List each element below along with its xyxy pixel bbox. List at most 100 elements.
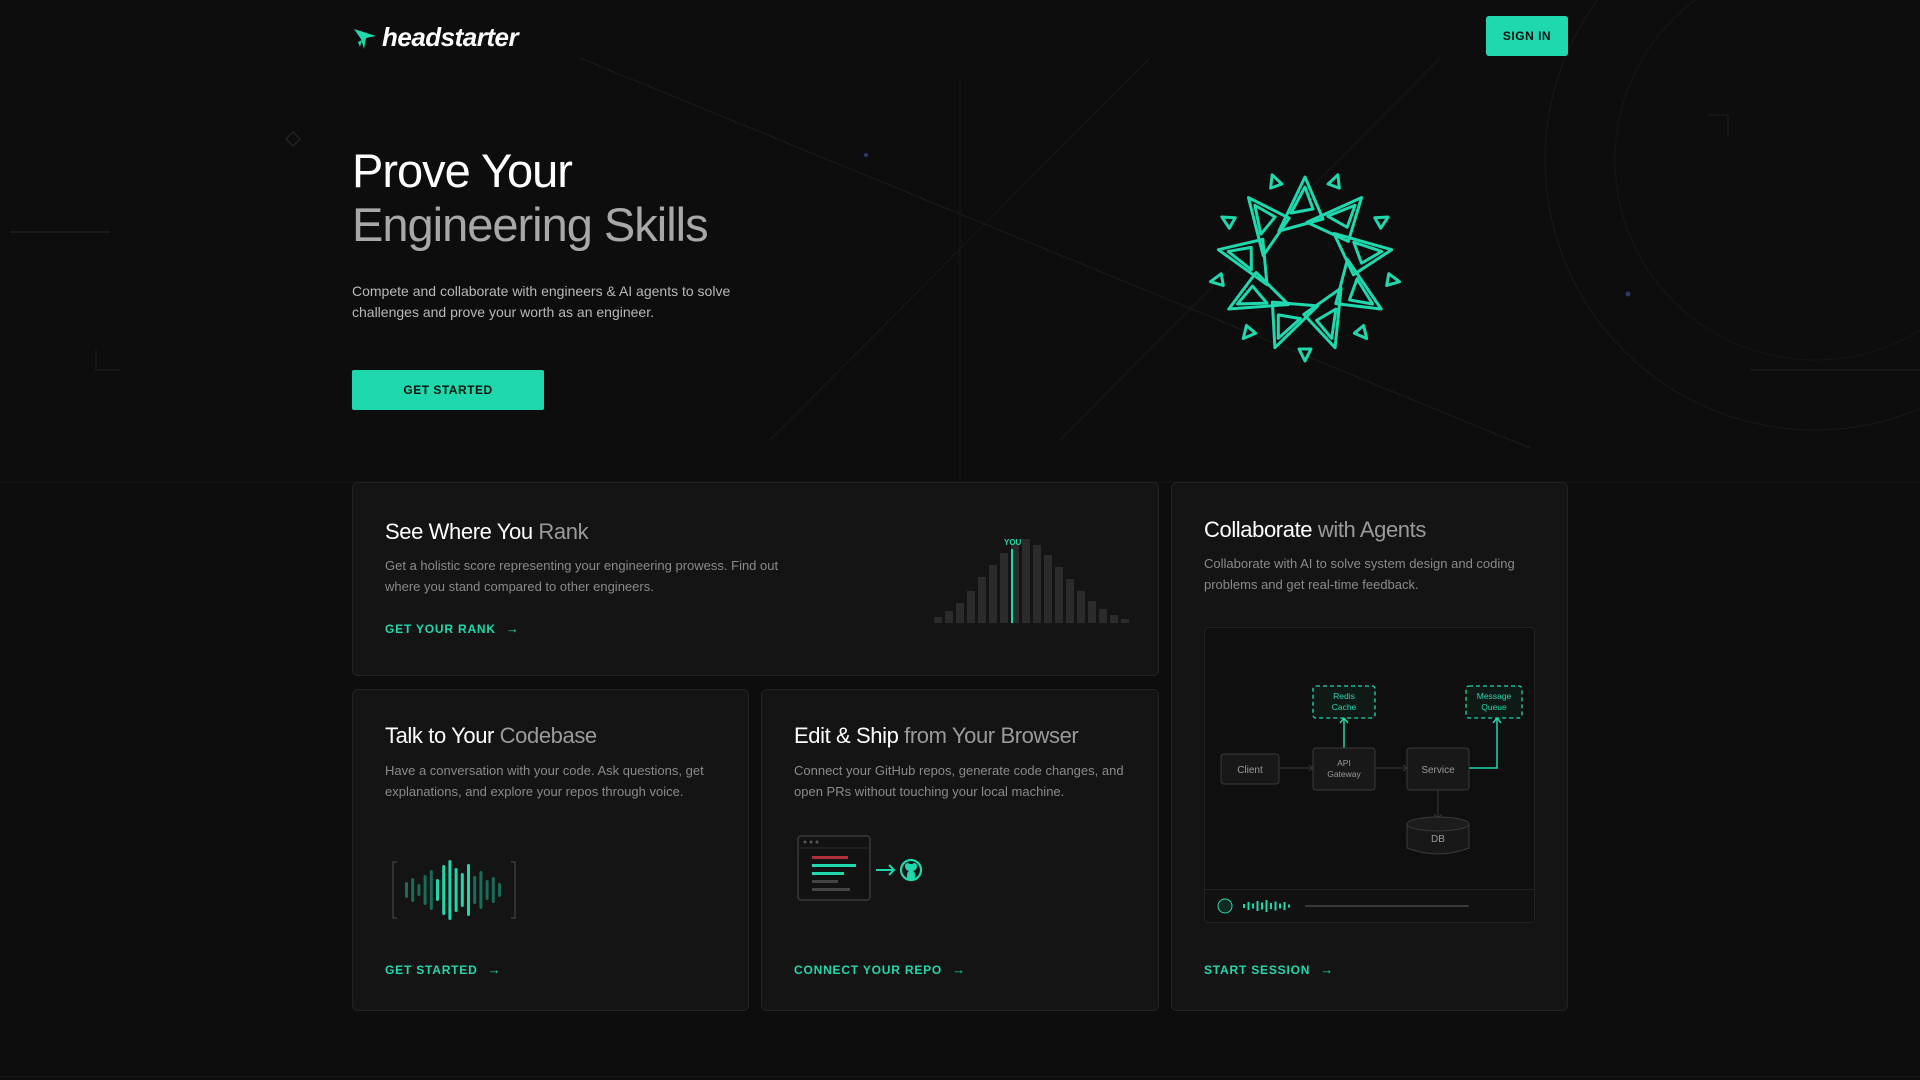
mini-wave-bar <box>1265 900 1268 912</box>
burst-tip <box>1241 323 1258 341</box>
rank-bar <box>1121 619 1129 623</box>
arrow-right-icon: → <box>952 962 966 977</box>
talk-title-accent: Codebase <box>499 723 598 748</box>
waveform-bar <box>485 880 489 900</box>
code-to-github-icon <box>797 835 923 901</box>
burst-triangle <box>1270 300 1320 350</box>
rank-bar <box>945 611 953 623</box>
burst-tip <box>1373 215 1390 230</box>
diagram-queue-label-2: Queue <box>1481 702 1507 712</box>
get-your-rank-link[interactable]: GET YOUR RANK → <box>385 621 520 636</box>
burst-triangle <box>1305 196 1364 243</box>
hero-title: Prove Your Engineering Skills <box>352 144 709 252</box>
waveform-bar <box>491 877 495 903</box>
hero-title-line2: Engineering Skills <box>352 198 709 251</box>
rank-title-main: See Where You <box>385 519 533 544</box>
burst-tip <box>1208 272 1225 287</box>
rank-distribution-chart: YOU <box>934 538 1129 623</box>
burst-tip <box>1297 347 1313 363</box>
burst-tip <box>1220 215 1237 230</box>
you-marker-line <box>1011 549 1013 623</box>
rank-bar <box>967 591 975 623</box>
rank-bar <box>934 617 942 623</box>
burst-tip <box>1269 173 1284 190</box>
talk-card-title: Talk to Your Codebase <box>385 723 597 749</box>
sign-in-button[interactable]: SIGN IN <box>1486 16 1568 56</box>
diagram-client-label: Client <box>1237 765 1263 776</box>
rank-bar <box>978 577 986 623</box>
rank-bar <box>956 603 964 623</box>
talk-card-description: Have a conversation with your code. Ask … <box>385 763 704 799</box>
waveform-bar <box>498 883 501 897</box>
burst-inner-triangle <box>1315 307 1338 340</box>
rank-bar <box>1044 555 1052 623</box>
collab-title-accent: with Agents <box>1317 517 1427 542</box>
mini-waveform-icon <box>1243 900 1290 912</box>
diagram-cache-label-1: Redis <box>1333 691 1355 701</box>
burst-inner-triangle <box>1235 284 1269 306</box>
github-icon <box>899 858 923 882</box>
hero-subtitle: Compete and collaborate with engineers &… <box>352 283 731 320</box>
diagram-gateway-label-2: Gateway <box>1327 769 1361 779</box>
diagram-cache-label-2: Cache <box>1332 702 1357 712</box>
talk-get-started-label: GET STARTED <box>385 962 478 977</box>
start-session-label: START SESSION <box>1204 962 1311 977</box>
diagram-gateway-label-1: API <box>1337 758 1351 768</box>
waveform-bar <box>411 878 415 902</box>
collaborate-agents-card: Collaborate with Agents Collaborate with… <box>1171 482 1568 1011</box>
you-marker-label: YOU <box>1004 538 1022 547</box>
rank-bar <box>1099 609 1107 623</box>
voice-waveform-icon <box>392 860 516 920</box>
diagram-queue-label-1: Message <box>1477 691 1512 701</box>
get-started-button[interactable]: GET STARTED <box>352 370 544 410</box>
waveform-bar <box>429 870 433 910</box>
waveform-bar <box>417 884 421 896</box>
hero-title-line1: Prove Your <box>352 144 573 197</box>
waveform-bar <box>448 860 452 920</box>
talk-codebase-card: Talk to Your Codebase Have a conversatio… <box>352 689 749 1011</box>
rank-title-accent: Rank <box>538 519 589 544</box>
start-session-link[interactable]: START SESSION → <box>1204 962 1334 977</box>
rank-bar <box>1110 615 1118 623</box>
voice-session-bar <box>1205 889 1534 922</box>
logo[interactable]: headstarter <box>352 22 519 53</box>
rank-bar <box>1088 601 1096 623</box>
rank-bar <box>1066 579 1074 623</box>
mini-wave-bar <box>1247 902 1250 910</box>
logo-star-icon <box>354 28 376 49</box>
edit-ship-card: Edit & Ship from Your Browser Connect yo… <box>761 689 1159 1011</box>
mini-wave-bar <box>1270 903 1272 909</box>
footer-divider <box>0 1076 1920 1077</box>
burst-tip <box>1352 323 1369 341</box>
burst-tip <box>1385 272 1402 287</box>
rank-bar <box>1000 553 1008 623</box>
waveform-bar <box>423 875 427 905</box>
mini-wave-bar <box>1279 903 1281 909</box>
arrow-right-icon: → <box>1320 962 1335 977</box>
connect-repo-label: CONNECT YOUR REPO <box>794 962 943 977</box>
connect-repo-link[interactable]: CONNECT YOUR REPO → <box>794 962 966 977</box>
rank-bar <box>989 565 997 623</box>
arrow-right-icon: → <box>505 621 520 636</box>
diagram-service-label: Service <box>1421 765 1455 776</box>
burst-triangle <box>1332 231 1394 277</box>
collab-title-main: Collaborate <box>1204 517 1313 542</box>
diagram-db-label: DB <box>1431 834 1445 845</box>
voice-session-controls <box>1217 898 1469 914</box>
diagram-canvas: Client API Gateway Service Redis Cache M… <box>1220 685 1523 855</box>
burst-tip <box>1326 173 1341 190</box>
system-design-diagram: Client API Gateway Service Redis Cache M… <box>1204 627 1535 923</box>
waveform-bar <box>473 876 477 904</box>
logo-text: headstarter <box>382 22 519 52</box>
mini-wave-bar <box>1261 902 1263 910</box>
waveform-bar <box>479 871 483 909</box>
mini-wave-bar <box>1274 901 1277 911</box>
ship-title-main: Edit & Ship <box>794 723 899 748</box>
rank-bar <box>1077 591 1085 623</box>
rank-bar <box>1022 539 1030 623</box>
mini-wave-bar <box>1283 902 1286 910</box>
talk-get-started-link[interactable]: GET STARTED → <box>385 962 501 977</box>
rank-card-description: Get a holistic score representing your e… <box>385 558 779 594</box>
ship-card-title: Edit & Ship from Your Browser <box>794 723 1079 749</box>
waveform-bar <box>460 873 464 907</box>
